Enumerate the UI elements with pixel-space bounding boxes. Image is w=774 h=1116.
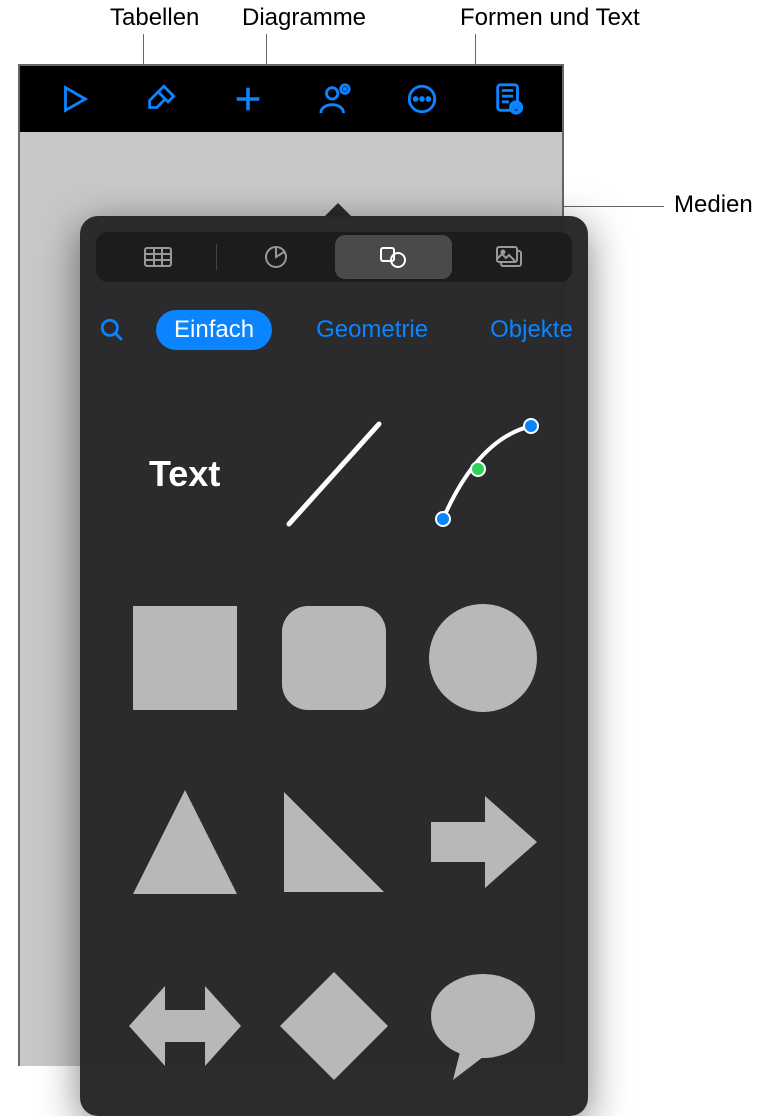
insert-type-segmented (96, 232, 572, 282)
insert-popover: Einfach Geometrie Objekte Ti Text (80, 216, 588, 1116)
category-objekte[interactable]: Objekte (472, 310, 588, 350)
shape-text[interactable]: Text (120, 409, 250, 539)
shape-line[interactable] (269, 409, 399, 539)
app-window: Einfach Geometrie Objekte Ti Text (18, 64, 564, 1066)
segment-charts[interactable] (217, 235, 334, 279)
more-button[interactable] (396, 73, 448, 125)
format-brush-button[interactable] (135, 73, 187, 125)
play-button[interactable] (48, 73, 100, 125)
insert-button[interactable] (222, 73, 274, 125)
shape-category-row: Einfach Geometrie Objekte Ti (80, 306, 588, 354)
callout-tables-label: Tabellen (110, 4, 199, 32)
segment-media[interactable] (452, 235, 569, 279)
category-einfach[interactable]: Einfach (156, 310, 272, 350)
collaborate-button[interactable] (309, 73, 361, 125)
shape-rounded-square[interactable] (269, 593, 399, 723)
presenter-notes-button[interactable] (483, 73, 535, 125)
callout-media-label: Medien (674, 191, 753, 219)
segment-shapes[interactable] (335, 235, 452, 279)
shape-curve[interactable] (418, 409, 548, 539)
callout-shapes-label: Formen und Text (460, 4, 640, 32)
shape-grid: Text (80, 384, 588, 1116)
callout-charts-label: Diagramme (242, 4, 366, 32)
shape-square[interactable] (120, 593, 250, 723)
search-icon[interactable] (94, 312, 130, 348)
shape-right-triangle[interactable] (269, 777, 399, 907)
shape-triangle[interactable] (120, 777, 250, 907)
top-toolbar (20, 66, 562, 132)
segment-tables[interactable] (99, 235, 216, 279)
callout-line (552, 206, 664, 207)
category-geometrie[interactable]: Geometrie (298, 310, 446, 350)
shape-circle[interactable] (418, 593, 548, 723)
shape-arrow-right[interactable] (418, 777, 548, 907)
